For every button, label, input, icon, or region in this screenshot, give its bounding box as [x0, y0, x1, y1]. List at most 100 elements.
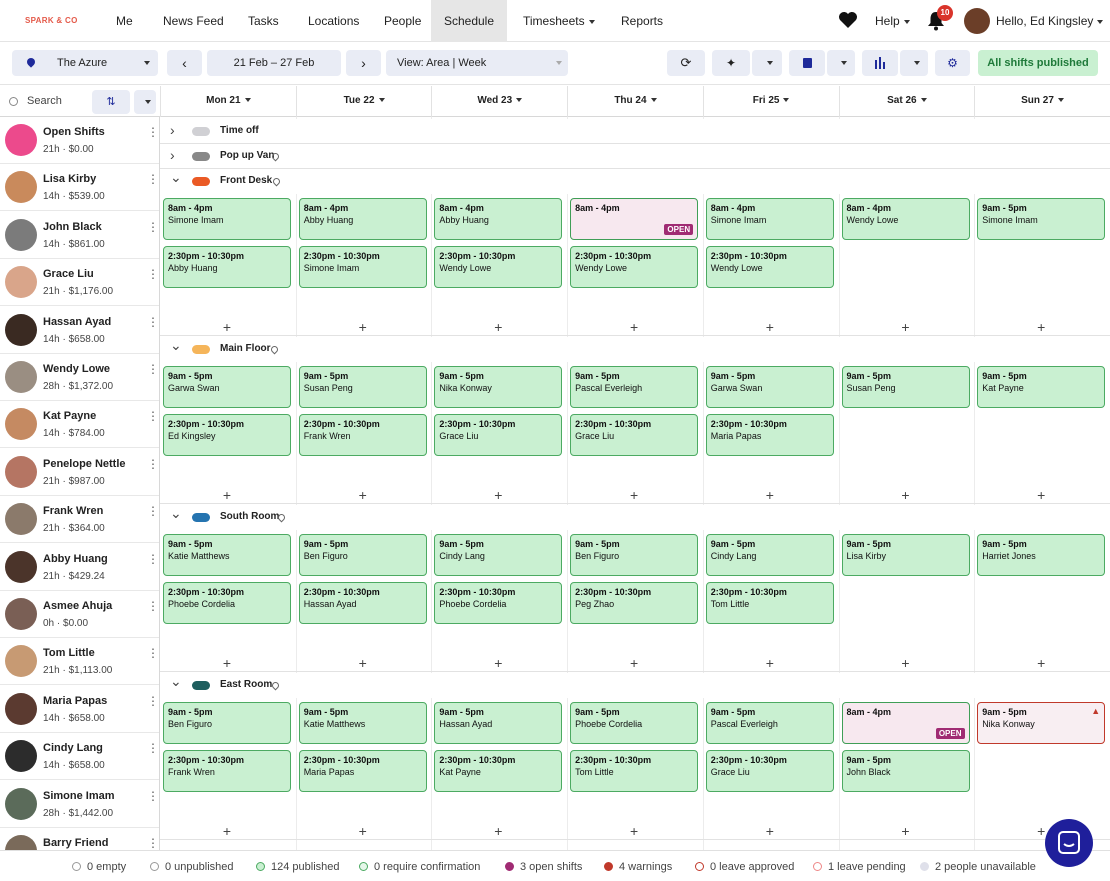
shift-card[interactable]: 9am - 5pm Garwa Swan	[705, 366, 834, 408]
shift-card[interactable]: 9am - 5pm Katie Matthews	[163, 534, 291, 576]
area-header[interactable]: › Time off	[160, 119, 1110, 144]
day-header[interactable]: Tue 22	[295, 86, 432, 117]
area-header[interactable]: ⌄ Main Floor	[160, 337, 1110, 362]
shift-card[interactable]: 2:30pm - 10:30pm Phoebe Cordelia	[163, 582, 291, 624]
add-shift-button[interactable]: +	[358, 320, 368, 334]
shift-card[interactable]: 9am - 5pm Cindy Lang	[434, 534, 563, 576]
shift-card[interactable]: 2:30pm - 10:30pm Frank Wren	[163, 750, 291, 792]
add-shift-button[interactable]: +	[765, 656, 775, 670]
shift-card[interactable]: 9am - 5pm Hassan Ayad	[434, 702, 563, 744]
area-header[interactable]: › Pop up Van	[160, 144, 1110, 169]
nav-reports[interactable]: Reports	[609, 0, 675, 42]
kebab-menu-icon[interactable]: ⋮	[147, 410, 159, 422]
add-shift-button[interactable]: +	[901, 824, 911, 838]
day-header[interactable]: Thu 24	[567, 86, 703, 117]
next-week-button[interactable]: ›	[346, 50, 381, 76]
employee-row[interactable]: Penelope Nettle 21h · $987.00 ⋮	[0, 449, 159, 496]
shift-card[interactable]: 9am - 5pm Kat Payne	[977, 366, 1106, 408]
publish-status-button[interactable]: All shifts published	[978, 50, 1098, 76]
chevron-down-icon[interactable]: ⌄	[170, 505, 182, 522]
shift-card[interactable]: 2:30pm - 10:30pm Kat Payne	[434, 750, 563, 792]
shift-card[interactable]: 2:30pm - 10:30pm Simone Imam	[298, 246, 427, 288]
heart-icon[interactable]	[838, 11, 858, 31]
shift-card[interactable]: 8am - 4pm Abby Huang	[298, 198, 427, 240]
previous-week-button[interactable]: ‹	[167, 50, 202, 76]
shift-card[interactable]: 2:30pm - 10:30pm Grace Liu	[434, 414, 563, 456]
kebab-menu-icon[interactable]: ⋮	[147, 316, 159, 328]
kebab-menu-icon[interactable]: ⋮	[147, 458, 159, 470]
shift-card[interactable]: 2:30pm - 10:30pm Grace Liu	[705, 750, 834, 792]
date-range-picker[interactable]: 21 Feb – 27 Feb	[207, 50, 341, 76]
shift-card[interactable]: 9am - 5pm Garwa Swan	[163, 366, 291, 408]
add-shift-button[interactable]: +	[629, 656, 639, 670]
nav-people[interactable]: People	[372, 0, 433, 42]
add-shift-button[interactable]: +	[493, 320, 503, 334]
employee-row[interactable]: Simone Imam 28h · $1,442.00 ⋮	[0, 781, 159, 828]
chevron-down-icon[interactable]: ⌄	[170, 673, 182, 690]
add-shift-button[interactable]: +	[222, 488, 232, 502]
chevron-down-icon[interactable]: ⌄	[170, 337, 182, 354]
shift-card[interactable]: 9am - 5pm Cindy Lang	[705, 534, 834, 576]
add-shift-button[interactable]: +	[1036, 656, 1046, 670]
employee-row[interactable]: Cindy Lang 14h · $658.00 ⋮	[0, 733, 159, 781]
auto-schedule-icon[interactable]: ✦	[712, 50, 750, 76]
add-shift-button[interactable]: +	[765, 320, 775, 334]
refresh-icon[interactable]: ⟳	[667, 50, 705, 76]
employee-row[interactable]: Asmee Ahuja 0h · $0.00 ⋮	[0, 591, 159, 638]
sort-button[interactable]: ⇅	[92, 90, 130, 114]
employee-row[interactable]: Grace Liu 21h · $1,176.00 ⋮	[0, 259, 159, 307]
shift-card[interactable]: 9am - 5pm Pascal Everleigh	[705, 702, 834, 744]
auto-schedule-menu-button[interactable]	[752, 50, 782, 76]
shift-card[interactable]: 9am - 5pm Ben Figuro	[570, 534, 699, 576]
shift-card[interactable]: 2:30pm - 10:30pm Hassan Ayad	[298, 582, 427, 624]
kebab-menu-icon[interactable]: ⋮	[147, 695, 159, 707]
add-shift-button[interactable]: +	[629, 488, 639, 502]
add-shift-button[interactable]: +	[629, 824, 639, 838]
add-shift-button[interactable]: +	[493, 824, 503, 838]
area-header[interactable]: ⌄ South Room	[160, 505, 1110, 530]
shift-card[interactable]: 2:30pm - 10:30pm Maria Papas	[705, 414, 834, 456]
help-menu[interactable]: Help	[863, 0, 922, 42]
add-shift-button[interactable]: +	[765, 488, 775, 502]
area-header[interactable]: ⌄ Front Desk	[160, 169, 1110, 194]
kebab-menu-icon[interactable]: ⋮	[147, 790, 159, 802]
kebab-menu-icon[interactable]: ⋮	[147, 505, 159, 517]
shift-card[interactable]: 9am - 5pm John Black	[841, 750, 970, 792]
chevron-right-icon[interactable]: ›	[170, 147, 175, 163]
kebab-menu-icon[interactable]: ⋮	[147, 363, 159, 375]
day-header[interactable]: Mon 21	[160, 86, 296, 117]
add-shift-button[interactable]: +	[901, 656, 911, 670]
employee-row[interactable]: Tom Little 21h · $1,113.00 ⋮	[0, 638, 159, 686]
copy-menu-button[interactable]	[827, 50, 855, 76]
add-shift-button[interactable]: +	[901, 488, 911, 502]
shift-card[interactable]: 9am - 5pm Phoebe Cordelia	[570, 702, 699, 744]
search-input[interactable]: Search	[27, 95, 62, 107]
shift-card[interactable]: 2:30pm - 10:30pm Tom Little	[705, 582, 834, 624]
location-select[interactable]: The Azure	[12, 50, 158, 76]
shift-card[interactable]: 8am - 4pm Simone Imam	[705, 198, 834, 240]
shift-card[interactable]: 9am - 5pm Nika Konway ▲	[977, 702, 1106, 744]
nav-tasks[interactable]: Tasks	[236, 0, 291, 42]
sort-menu-button[interactable]	[134, 90, 156, 114]
nav-news-feed[interactable]: News Feed	[151, 0, 236, 42]
shift-card[interactable]: 9am - 5pm Pascal Everleigh	[570, 366, 699, 408]
open-shift-card[interactable]: 8am - 4pm OPEN	[841, 702, 970, 744]
nav-schedule[interactable]: Schedule	[431, 0, 507, 42]
chevron-right-icon[interactable]: ›	[170, 122, 175, 138]
day-header[interactable]: Sun 27	[974, 86, 1110, 117]
shift-card[interactable]: 8am - 4pm Wendy Lowe	[841, 198, 970, 240]
shift-card[interactable]: 8am - 4pm Simone Imam	[163, 198, 291, 240]
shift-card[interactable]: 9am - 5pm Ben Figuro	[298, 534, 427, 576]
shift-card[interactable]: 2:30pm - 10:30pm Peg Zhao	[570, 582, 699, 624]
shift-card[interactable]: 2:30pm - 10:30pm Maria Papas	[298, 750, 427, 792]
day-header[interactable]: Fri 25	[702, 86, 839, 117]
shift-card[interactable]: 9am - 5pm Harriet Jones	[977, 534, 1106, 576]
add-shift-button[interactable]: +	[358, 824, 368, 838]
shift-card[interactable]: 9am - 5pm Lisa Kirby	[841, 534, 970, 576]
nav-locations[interactable]: Locations	[296, 0, 371, 42]
shift-card[interactable]: 2:30pm - 10:30pm Abby Huang	[163, 246, 291, 288]
employee-row[interactable]: Barry Friend ⋮	[0, 828, 159, 850]
shift-card[interactable]: 9am - 5pm Susan Peng	[298, 366, 427, 408]
shift-card[interactable]: 9am - 5pm Susan Peng	[841, 366, 970, 408]
add-shift-button[interactable]: +	[493, 656, 503, 670]
